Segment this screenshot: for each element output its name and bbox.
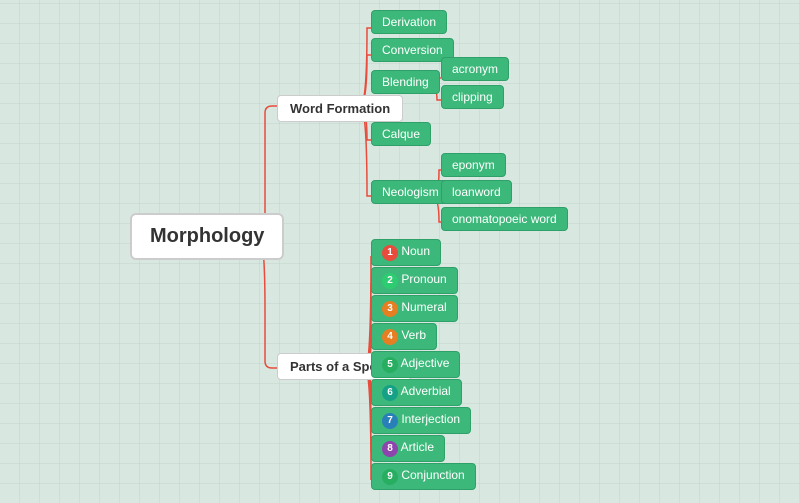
pronoun-node: 2 Pronoun [371, 267, 458, 294]
acronym-label: acronym [441, 57, 509, 81]
blending-label: Blending [371, 70, 440, 94]
article-label: 8 Article [371, 435, 445, 462]
noun-badge: 1 [382, 245, 398, 261]
adverbial-label: 6 Adverbial [371, 379, 462, 406]
derivation-label: Derivation [371, 10, 447, 34]
loanword-label: loanword [441, 180, 512, 204]
interjection-node: 7 Interjection [371, 407, 471, 434]
word-formation-label: Word Formation [277, 95, 403, 122]
neologism-node: Neologism [371, 180, 450, 204]
article-node: 8 Article [371, 435, 445, 462]
interjection-badge: 7 [382, 413, 398, 429]
adjective-badge: 5 [382, 357, 398, 373]
noun-label: 1 Noun [371, 239, 441, 266]
clipping-node: clipping [441, 85, 504, 109]
acronym-node: acronym [441, 57, 509, 81]
onomatopoeia-node: onomatopoeic word [441, 207, 568, 231]
adverbial-badge: 6 [382, 385, 398, 401]
numeral-label: 3 Numeral [371, 295, 458, 322]
conjunction-node: 9 Conjunction [371, 463, 476, 490]
word-formation-node: Word Formation [277, 95, 403, 122]
clipping-label: clipping [441, 85, 504, 109]
eponym-label: eponym [441, 153, 506, 177]
numeral-node: 3 Numeral [371, 295, 458, 322]
verb-badge: 4 [382, 329, 398, 345]
main-node: Morphology [130, 213, 284, 260]
eponym-node: eponym [441, 153, 506, 177]
calque-node: Calque [371, 122, 431, 146]
neologism-label: Neologism [371, 180, 450, 204]
morphology-label: Morphology [130, 213, 284, 260]
article-badge: 8 [382, 441, 398, 457]
adverbial-node: 6 Adverbial [371, 379, 462, 406]
loanword-node: loanword [441, 180, 512, 204]
calque-label: Calque [371, 122, 431, 146]
interjection-label: 7 Interjection [371, 407, 471, 434]
numeral-badge: 3 [382, 301, 398, 317]
onomatopoeia-label: onomatopoeic word [441, 207, 568, 231]
blending-node: Blending [371, 70, 440, 94]
adjective-label: 5 Adjective [371, 351, 460, 378]
derivation-node: Derivation [371, 10, 447, 34]
adjective-node: 5 Adjective [371, 351, 460, 378]
verb-node: 4 Verb [371, 323, 437, 350]
conjunction-label: 9 Conjunction [371, 463, 476, 490]
verb-label: 4 Verb [371, 323, 437, 350]
pronoun-label: 2 Pronoun [371, 267, 458, 294]
conjunction-badge: 9 [382, 469, 398, 485]
noun-node: 1 Noun [371, 239, 441, 266]
pronoun-badge: 2 [382, 273, 398, 289]
